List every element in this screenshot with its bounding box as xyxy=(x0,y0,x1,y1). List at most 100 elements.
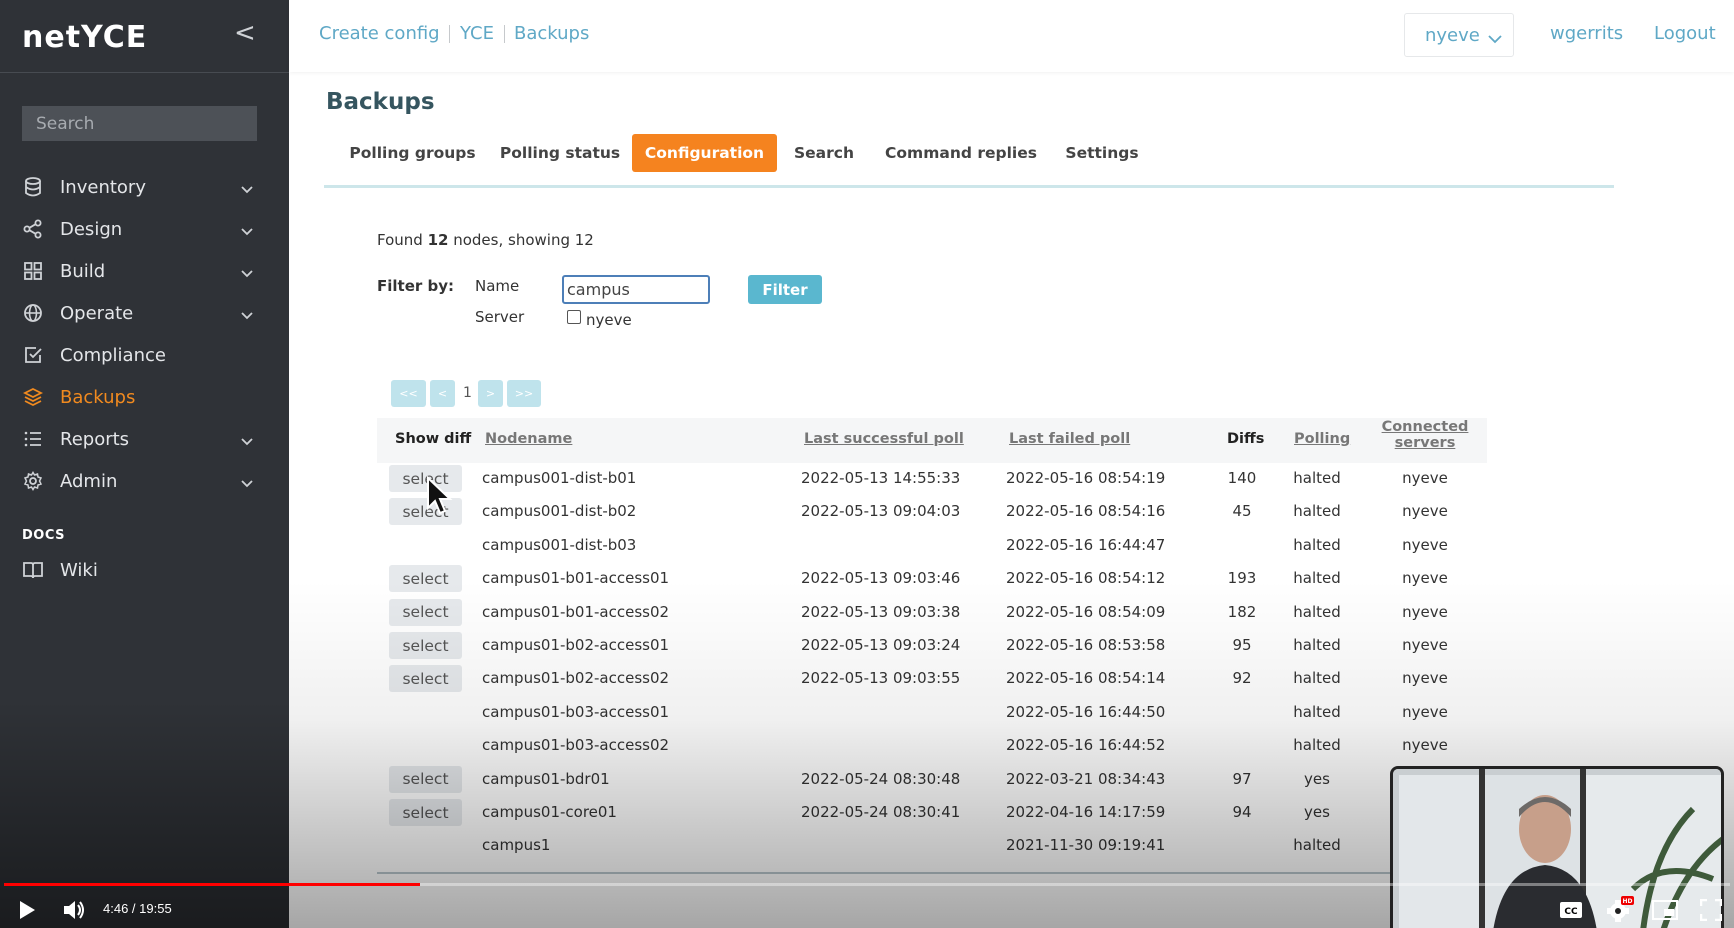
sidebar-item-build[interactable]: Build xyxy=(0,251,289,291)
select-diff-button[interactable]: select xyxy=(389,665,462,693)
name-label: Name xyxy=(475,277,520,295)
header-nodename[interactable]: Nodename xyxy=(485,431,572,447)
sidebar-item-backups[interactable]: Backups xyxy=(0,377,289,417)
table-row: select campus01-b01-access02 2022-05-13 09… xyxy=(377,596,1487,629)
fullscreen-icon[interactable] xyxy=(1699,898,1723,925)
sidebar-search-input[interactable] xyxy=(22,106,257,141)
header-last-failed-poll[interactable]: Last failed poll xyxy=(1009,431,1130,447)
select-diff-button[interactable]: select xyxy=(389,799,462,826)
settings-icon[interactable]: HD xyxy=(1606,896,1634,926)
first-page-button[interactable]: << xyxy=(391,380,426,407)
server-option-label: nyeve xyxy=(586,311,632,329)
header-polling[interactable]: Polling xyxy=(1294,431,1350,447)
cell-polling: yes xyxy=(1304,769,1330,788)
breadcrumb-yce[interactable]: YCE xyxy=(460,23,494,44)
layers-icon xyxy=(23,387,43,407)
cell-diffs: 97 xyxy=(1232,769,1252,788)
volume-icon[interactable] xyxy=(62,899,86,925)
cell-last-failed-poll: 2022-05-16 08:53:58 xyxy=(1006,636,1166,654)
cell-connected-servers: nyeve xyxy=(1402,569,1448,588)
server-checkbox[interactable] xyxy=(567,310,581,324)
tab-polling-groups[interactable]: Polling groups xyxy=(341,134,484,172)
table-bottom-border xyxy=(377,872,1487,874)
cell-last-successful-poll: 2022-05-13 09:03:38 xyxy=(801,602,961,621)
tab-configuration[interactable]: Configuration xyxy=(632,134,777,172)
cell-polling: halted xyxy=(1293,736,1341,755)
sidebar-item-label: Build xyxy=(60,260,106,282)
breadcrumb-create-config[interactable]: Create config xyxy=(319,23,440,44)
cell-last-failed-poll: 2022-05-16 08:54:14 xyxy=(1006,669,1166,688)
checkbox-icon xyxy=(23,345,43,365)
tab-polling-status[interactable]: Polling status xyxy=(498,134,622,172)
cell-polling: halted xyxy=(1293,636,1341,654)
tab-settings[interactable]: Settings xyxy=(1062,134,1142,172)
tab-search[interactable]: Search xyxy=(786,134,862,172)
cell-connected-servers: nyeve xyxy=(1402,602,1448,621)
sidebar-item-wiki[interactable]: Wiki xyxy=(0,550,289,590)
cell-nodename: campus01-b03-access01 xyxy=(482,702,670,721)
breadcrumb-backups[interactable]: Backups xyxy=(514,23,589,44)
sidebar-item-label: Compliance xyxy=(60,344,166,366)
table-header: Show diff Nodename Last successful poll … xyxy=(377,418,1487,463)
cell-last-failed-poll: 2022-05-16 08:54:09 xyxy=(1006,602,1166,621)
select-diff-button[interactable]: select xyxy=(389,632,462,659)
video-progress-fill xyxy=(4,883,420,886)
video-time: 4:46 / 19:55 xyxy=(103,901,172,916)
database-icon xyxy=(23,177,43,197)
cell-diffs: 95 xyxy=(1232,636,1252,654)
tab-underline xyxy=(324,185,1614,188)
cell-connected-servers: nyeve xyxy=(1402,736,1448,755)
sidebar-item-compliance[interactable]: Compliance xyxy=(0,335,289,375)
select-diff-button[interactable]: select xyxy=(389,565,462,593)
cell-last-successful-poll: 2022-05-13 09:03:24 xyxy=(801,636,961,654)
cell-last-failed-poll: 2022-05-16 08:54:19 xyxy=(1006,469,1166,487)
last-page-button[interactable]: >> xyxy=(507,380,541,407)
header-last-successful-poll[interactable]: Last successful poll xyxy=(804,431,964,447)
logout-link[interactable]: Logout xyxy=(1654,23,1716,44)
sidebar-item-design[interactable]: Design xyxy=(0,209,289,249)
cell-last-failed-poll: 2022-05-16 08:54:16 xyxy=(1006,502,1166,521)
server-select[interactable]: nyeve xyxy=(1404,13,1514,57)
cell-nodename: campus01-b01-access01 xyxy=(482,569,670,588)
cell-nodename: campus01-b02-access01 xyxy=(482,636,670,654)
cell-connected-servers: nyeve xyxy=(1402,535,1448,554)
cell-last-successful-poll: 2022-05-13 09:03:46 xyxy=(801,569,961,588)
header-connected-servers[interactable]: Connected servers xyxy=(1377,419,1473,451)
sidebar-item-reports[interactable]: Reports xyxy=(0,419,289,459)
cell-diffs: 140 xyxy=(1227,469,1257,487)
sidebar-item-operate[interactable]: Operate xyxy=(0,293,289,333)
user-link[interactable]: wgerrits xyxy=(1550,23,1623,44)
divider xyxy=(0,72,289,73)
cell-last-failed-poll: 2021-11-30 09:19:41 xyxy=(1006,836,1166,855)
table-row: select campus001-dist-b01 2022-05-13 14:55… xyxy=(377,462,1487,495)
next-page-button[interactable]: > xyxy=(478,380,503,407)
globe-icon xyxy=(23,303,43,323)
play-icon[interactable] xyxy=(17,899,37,925)
select-diff-button[interactable]: select xyxy=(389,598,462,626)
cell-connected-servers: nyeve xyxy=(1402,469,1448,487)
filter-label: Filter by: xyxy=(377,277,455,295)
table-row: select campus01-b01-access01 2022-05-13 09… xyxy=(377,562,1487,595)
sidebar-item-admin[interactable]: Admin xyxy=(0,461,289,501)
cell-diffs: 92 xyxy=(1232,669,1252,688)
chevron-down-icon xyxy=(240,306,254,320)
tab-command-replies[interactable]: Command replies xyxy=(882,134,1040,172)
sidebar-item-label: Admin xyxy=(60,470,118,492)
prev-page-button[interactable]: < xyxy=(430,380,455,407)
name-filter-input[interactable] xyxy=(562,275,710,304)
table-row: select campus01-b02-access01 2022-05-13 09… xyxy=(377,629,1487,662)
cell-nodename: campus001-dist-b03 xyxy=(482,535,637,554)
cell-last-failed-poll: 2022-05-16 16:44:52 xyxy=(1006,736,1166,755)
sidebar-item-inventory[interactable]: Inventory xyxy=(0,167,289,207)
cell-diffs: 45 xyxy=(1232,502,1252,521)
collapse-sidebar-button[interactable]: < xyxy=(234,18,256,48)
table-row: campus1 2021-11-30 09:19:41 halted xyxy=(377,829,1487,862)
filter-button[interactable]: Filter xyxy=(748,275,822,304)
cell-connected-servers: nyeve xyxy=(1402,502,1448,521)
table-row: campus01-b03-access02 2022-05-16 16:44:52… xyxy=(377,729,1487,762)
select-diff-button[interactable]: select xyxy=(389,765,462,793)
miniplayer-icon[interactable] xyxy=(1652,900,1678,924)
header-diffs: Diffs xyxy=(1227,431,1265,447)
captions-icon[interactable]: CC xyxy=(1559,900,1583,924)
sidebar-item-label: Backups xyxy=(60,386,136,408)
